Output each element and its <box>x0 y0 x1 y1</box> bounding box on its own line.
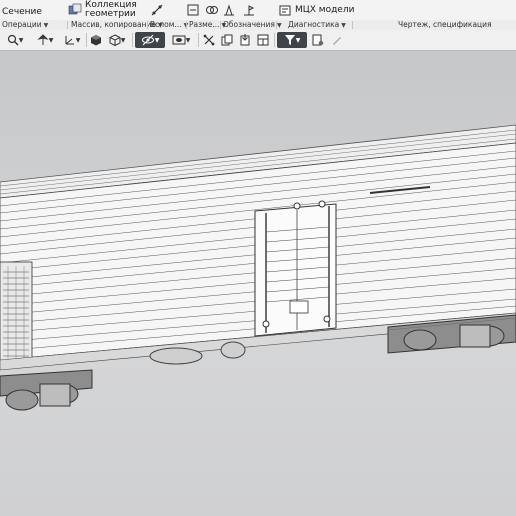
settings-button[interactable] <box>310 32 326 48</box>
orientation-button[interactable]: ▼ <box>32 32 58 48</box>
weld-icon <box>242 3 256 17</box>
orient-icon <box>37 34 49 45</box>
link-icon <box>205 3 219 17</box>
layout-button[interactable] <box>255 32 271 48</box>
collection-icon <box>68 3 82 17</box>
shaded-icon <box>91 35 101 46</box>
ribbon: Сечение Коллекция геометрии МЦХ модели <box>0 0 516 20</box>
copy-button[interactable] <box>219 32 235 48</box>
section-button[interactable]: Сечение <box>2 0 42 20</box>
aux-curve-button[interactable] <box>150 0 167 20</box>
pen-button[interactable] <box>329 32 345 48</box>
copy-icon <box>221 34 233 46</box>
hide-icon <box>141 34 154 46</box>
model-viewport[interactable] <box>0 51 516 516</box>
group-designations[interactable]: Обозначения ▼ <box>223 20 282 30</box>
view-cube-button[interactable]: ▼ <box>104 32 130 48</box>
mass-icon <box>278 3 292 17</box>
designation-icon <box>222 3 236 17</box>
dimension-icon <box>186 3 200 17</box>
group-drawing-spec[interactable]: Чертеж, спецификация <box>398 20 492 30</box>
view-cube-icon <box>109 34 121 46</box>
mcx-label: МЦХ модели <box>295 4 355 15</box>
insert-icon <box>240 34 250 46</box>
group-array-copy[interactable]: Массив, копирование ▼ <box>71 20 163 30</box>
group-auxiliary[interactable]: Вспом...▼ <box>150 20 188 30</box>
layout-icon <box>257 34 269 46</box>
axes-button[interactable]: ▼ <box>60 32 84 48</box>
view-toolbar: ▼ ▼ ▼ ▼ ▼ ▼ ▼ <box>0 30 516 51</box>
collection-label-2: геометрии <box>85 9 136 19</box>
geometry-collection-button[interactable]: Коллекция геометрии <box>68 0 137 20</box>
axes-icon <box>65 36 74 45</box>
display-mode-button[interactable]: ▼ <box>167 32 195 48</box>
shaded-button[interactable] <box>89 32 103 48</box>
pen-icon <box>333 37 341 45</box>
railcar-model <box>0 124 516 411</box>
zoom-button[interactable]: ▼ <box>2 32 28 48</box>
designation-button[interactable] <box>222 0 239 20</box>
group-diagnostics[interactable]: Диагностика ▼ <box>288 20 346 30</box>
filter-button[interactable]: ▼ <box>277 32 307 48</box>
zoom-icon <box>7 34 19 46</box>
group-operations[interactable]: Операции ▼ <box>2 20 48 30</box>
dimension-button[interactable] <box>186 0 203 20</box>
mcx-button[interactable]: МЦХ модели <box>278 0 354 20</box>
settings-icon <box>312 34 324 46</box>
hide-button[interactable]: ▼ <box>135 32 165 48</box>
display-mode-icon <box>172 35 186 45</box>
measure-button[interactable] <box>205 0 222 20</box>
section-view-button[interactable] <box>201 32 217 48</box>
curve-icon <box>150 3 164 17</box>
filter-icon <box>284 35 295 45</box>
insert-button[interactable] <box>237 32 253 48</box>
section-view-icon <box>203 34 215 46</box>
section-label: Сечение <box>2 6 42 17</box>
annotation-button[interactable] <box>242 0 259 20</box>
